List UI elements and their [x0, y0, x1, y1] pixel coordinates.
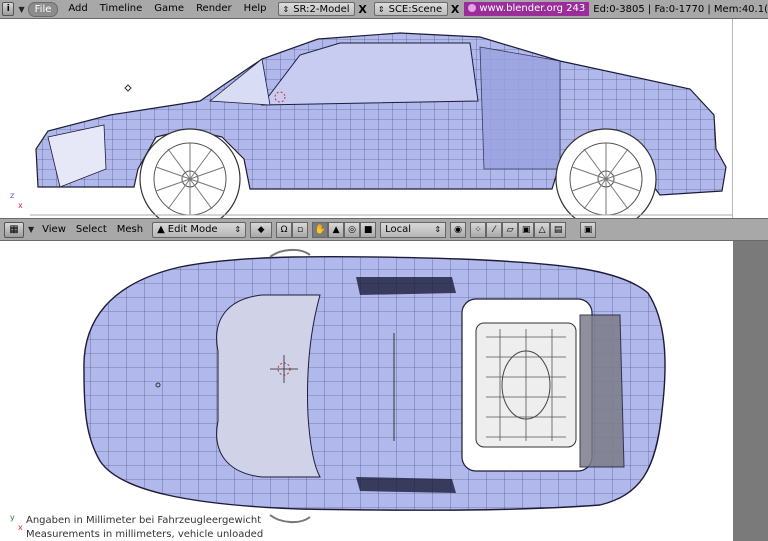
vertex-select-button[interactable]: ⁘	[470, 221, 487, 238]
grid-icon: ▦	[9, 224, 19, 235]
vertex-icon: ⁘	[474, 224, 482, 235]
axis-z-label: z	[10, 191, 15, 200]
window-type-button[interactable]: i	[2, 2, 15, 16]
blender-url[interactable]: www.blender.org 243	[464, 2, 590, 16]
face-icon: ▱	[506, 224, 514, 235]
mode-selector[interactable]: ▲ Edit Mode ⇕	[152, 221, 247, 238]
axis-x-label-top: x	[18, 523, 23, 532]
url-text: www.blender.org 243	[479, 3, 586, 14]
pivot-button[interactable]: Ω	[276, 221, 293, 238]
viewport-side[interactable]: z x	[0, 19, 768, 218]
orientation-selector[interactable]: Local ⇕	[380, 221, 447, 238]
scale-icon: ■	[363, 224, 373, 235]
edge-icon: ⁄	[493, 224, 495, 235]
translate-button[interactable]: ▲	[328, 221, 345, 238]
delete-scene-button[interactable]: X	[450, 2, 460, 16]
collapse-menu-icon[interactable]: ▼	[28, 225, 34, 234]
collapse-menu-icon[interactable]: ▼	[18, 5, 24, 14]
updown-icon: ⇕	[234, 225, 242, 234]
scene-name: SCE:Scene	[388, 3, 443, 15]
lock-icon: ▫	[297, 224, 304, 235]
edit-mode-icon: ▲	[157, 224, 165, 235]
info-header: i ▼ File Add Timeline Game Render Help ⇕…	[0, 0, 768, 19]
delete-screen-button[interactable]: X	[357, 2, 367, 16]
menu-help[interactable]: Help	[238, 0, 273, 18]
axis-y-label: y	[10, 513, 15, 522]
viewport-top[interactable]: y x Angaben in Millimeter bei Fahrzeugle…	[0, 241, 733, 541]
xray-button[interactable]: △	[534, 221, 551, 238]
mesh-stats: Ed:0-3805 | Fa:0-1770 | Mem:40.1(	[593, 3, 768, 15]
face-select-button[interactable]: ▱	[502, 221, 519, 238]
editor-type-button[interactable]: ▦	[4, 221, 24, 238]
limit-select-button[interactable]: ▤	[550, 221, 567, 238]
menu-add[interactable]: Add	[62, 0, 93, 18]
picture-icon: ▣	[583, 224, 593, 235]
occlude-button[interactable]: ▣	[518, 221, 535, 238]
axis-x-label: x	[18, 201, 23, 210]
solid-shading-icon: ◆	[257, 224, 265, 235]
menu-mesh[interactable]: Mesh	[112, 224, 148, 235]
mode-label: Edit Mode	[167, 224, 218, 235]
screen-selector[interactable]: ⇕ SR:2-Model	[278, 2, 356, 16]
menu-timeline[interactable]: Timeline	[94, 0, 149, 18]
transform-manipulator-button[interactable]: ✋	[312, 221, 329, 238]
scene-selector[interactable]: ⇕ SCE:Scene	[373, 2, 448, 16]
caption-german: Angaben in Millimeter bei Fahrzeugleerge…	[26, 515, 262, 526]
draw-type-button[interactable]: ◆	[250, 221, 273, 238]
hand-icon: ✋	[314, 224, 326, 235]
3d-view-header: ▦ ▼ View Select Mesh ▲ Edit Mode ⇕ ◆ Ω ▫…	[0, 218, 768, 241]
empty-marker[interactable]	[124, 84, 132, 92]
updown-icon: ⇕	[377, 4, 385, 14]
render-button[interactable]: ▣	[580, 221, 597, 238]
blender-logo-icon	[468, 4, 477, 12]
triangle-icon: △	[538, 224, 546, 235]
magnet-icon: Ω	[280, 224, 288, 235]
front-wheel	[139, 128, 241, 218]
engine-bay	[461, 298, 593, 472]
info-icon: i	[6, 4, 10, 14]
orientation-label: Local	[385, 224, 411, 235]
side-panel	[733, 241, 768, 541]
cube-icon: ▣	[521, 224, 531, 235]
edge-select-button[interactable]: ⁄	[486, 221, 503, 238]
menu-render[interactable]: Render	[190, 0, 238, 18]
menu-game[interactable]: Game	[148, 0, 190, 18]
screen-name: SR:2-Model	[293, 3, 350, 15]
arrow-icon: ▲	[332, 224, 340, 235]
proportional-edit-button[interactable]: ◉	[450, 221, 467, 238]
rotate-button[interactable]: ◎	[344, 221, 361, 238]
menu-view[interactable]: View	[37, 224, 71, 235]
menu-select[interactable]: Select	[71, 224, 112, 235]
box-icon: ▤	[553, 224, 563, 235]
car-side-mesh	[30, 32, 732, 218]
updown-icon: ⇕	[434, 225, 442, 234]
target-icon: ◉	[454, 224, 462, 235]
rotate-icon: ◎	[348, 224, 356, 235]
car-top-mesh	[83, 249, 666, 523]
caption-english: Measurements in millimeters, vehicle unl…	[26, 529, 264, 540]
layer-lock-button[interactable]: ▫	[292, 221, 309, 238]
menu-file[interactable]: File	[27, 1, 59, 17]
view-border	[732, 19, 733, 218]
scale-button[interactable]: ■	[360, 221, 377, 238]
updown-icon: ⇕	[282, 4, 290, 14]
